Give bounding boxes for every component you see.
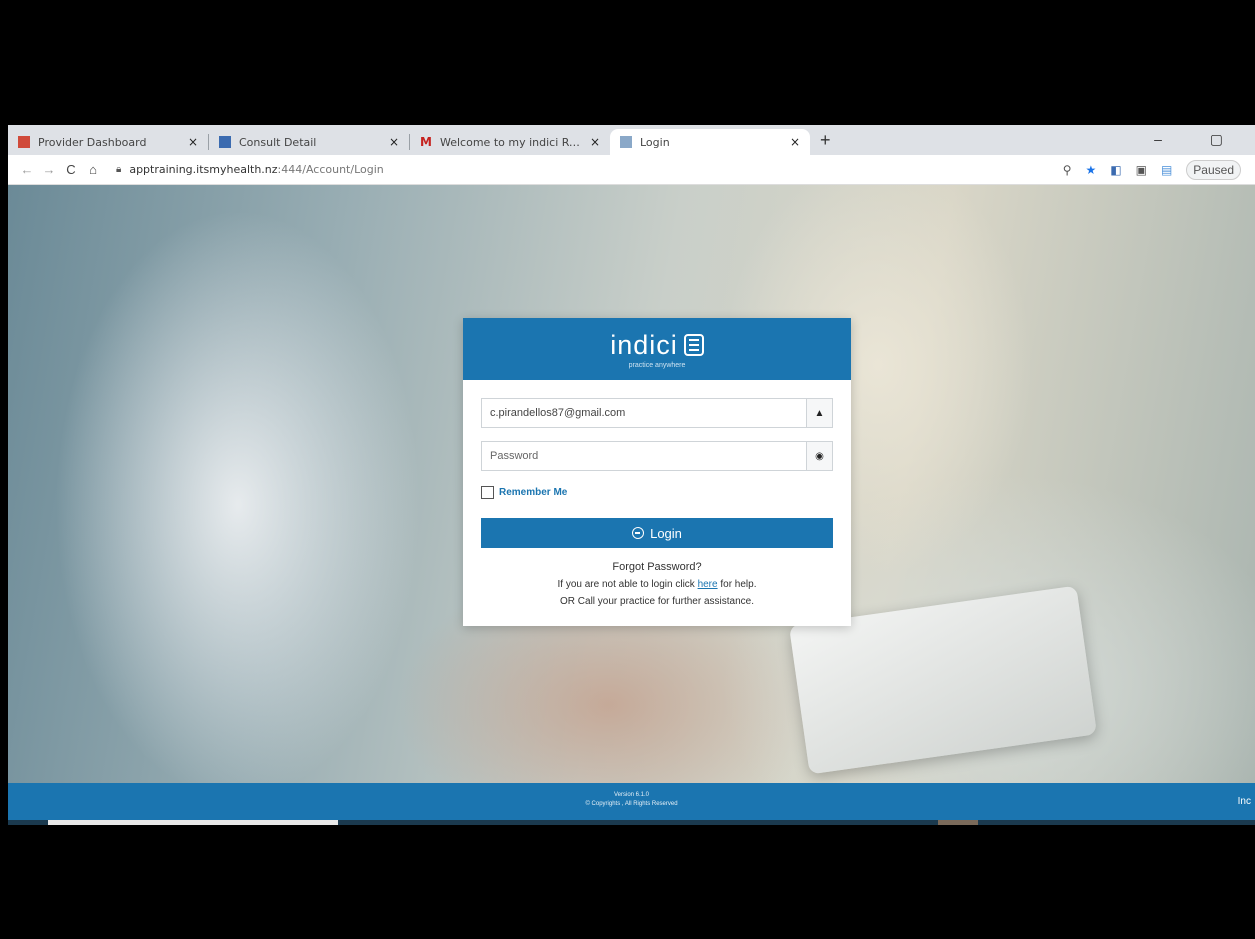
footer-brand: Inc: [1237, 796, 1251, 807]
forward-icon[interactable]: →: [38, 162, 60, 177]
login-icon: [632, 527, 645, 539]
brand-tagline: practice anywhere: [628, 361, 686, 369]
email-field: ▲: [481, 398, 833, 428]
close-icon[interactable]: ×: [590, 135, 600, 149]
video-progress-buffered: [938, 820, 978, 825]
extension-icon[interactable]: ▣: [1136, 163, 1147, 177]
browser-toolbar: ← → C ⌂ 🔒︎ apptraining.itsmyhealth.nz:44…: [8, 155, 1255, 185]
tab-welcome[interactable]: M Welcome to my indici Registrati ×: [410, 129, 610, 155]
video-frame: Provider Dashboard × Consult Detail × M …: [8, 125, 1255, 825]
url-host: apptraining.itsmyhealth.nz: [129, 163, 278, 176]
zoom-icon[interactable]: ⚲: [1063, 163, 1072, 177]
new-tab-button[interactable]: +: [820, 130, 831, 151]
help-prefix: If you are not able to login click: [557, 579, 698, 590]
consult-favicon-icon: [219, 136, 231, 148]
tab-consult-detail[interactable]: Consult Detail ×: [209, 129, 409, 155]
extension-icon[interactable]: ▤: [1161, 163, 1172, 177]
copyright-text: © Copyrights , All Rights Reserved: [585, 801, 678, 807]
version-text: Version 6.1.0: [613, 792, 650, 798]
eye-icon[interactable]: ◉: [806, 442, 832, 470]
login-card-header: indici practice anywhere: [463, 318, 851, 380]
profile-button[interactable]: Paused: [1186, 159, 1241, 180]
brand-name: indici: [610, 329, 678, 360]
remember-me-label: Remember Me: [499, 487, 568, 498]
remember-me[interactable]: Remember Me: [481, 486, 567, 499]
help-here-link[interactable]: here: [698, 579, 718, 590]
password-field: ◉: [481, 441, 833, 471]
tab-title: Provider Dashboard: [38, 135, 147, 149]
call-practice-text: OR Call your practice for further assist…: [560, 596, 754, 607]
extensions-area: ⚲ ★ ◧ ▣ ▤ Paused: [1063, 159, 1241, 180]
tab-login[interactable]: Login ×: [610, 129, 810, 155]
indici-logo: indici: [610, 330, 704, 361]
video-progress-bar[interactable]: [8, 820, 1255, 825]
logo-list-icon: [683, 334, 704, 356]
extension-icon[interactable]: ◧: [1110, 163, 1121, 177]
help-line: If you are not able to login click here …: [463, 576, 851, 593]
tab-title: Consult Detail: [239, 135, 317, 149]
dashboard-favicon-icon: [18, 136, 30, 148]
window-controls[interactable]: – ▢: [1154, 131, 1245, 148]
tab-title: Login: [640, 135, 670, 149]
password-input[interactable]: [482, 442, 806, 470]
help-section: Forgot Password? If you are not able to …: [463, 559, 851, 610]
close-icon[interactable]: ×: [389, 135, 399, 149]
bookmark-star-icon[interactable]: ★: [1086, 163, 1097, 177]
tab-provider-dashboard[interactable]: Provider Dashboard ×: [8, 129, 208, 155]
login-button[interactable]: Login: [481, 518, 833, 548]
close-icon[interactable]: ×: [790, 135, 800, 149]
reload-icon[interactable]: C: [60, 162, 82, 177]
page-footer: Version 6.1.0 © Copyrights , All Rights …: [8, 783, 1255, 820]
login-page-background: indici practice anywhere ▲ ◉ Remember Me…: [8, 185, 1255, 783]
help-suffix: for help.: [717, 579, 757, 590]
login-card: indici practice anywhere ▲ ◉ Remember Me…: [463, 318, 851, 626]
address-bar[interactable]: 🔒︎ apptraining.itsmyhealth.nz:444/Accoun…: [116, 163, 1063, 176]
remember-me-checkbox[interactable]: [481, 486, 494, 499]
video-progress-played: [48, 820, 338, 825]
footer-version: Version 6.1.0 © Copyrights , All Rights …: [8, 791, 1255, 809]
lock-icon: 🔒︎: [116, 164, 122, 175]
gmail-icon: M: [420, 135, 432, 149]
url-path: :444/Account/Login: [277, 163, 384, 176]
email-input[interactable]: [482, 399, 806, 427]
back-icon[interactable]: ←: [16, 162, 38, 177]
tab-strip: Provider Dashboard × Consult Detail × M …: [8, 125, 1255, 155]
close-icon[interactable]: ×: [188, 135, 198, 149]
login-button-label: Login: [650, 525, 682, 541]
forgot-password-link[interactable]: Forgot Password?: [463, 559, 851, 576]
user-icon: ▲: [806, 399, 832, 427]
page-favicon-icon: [620, 136, 632, 148]
home-icon[interactable]: ⌂: [82, 162, 104, 177]
tab-title: Welcome to my indici Registrati: [440, 135, 584, 149]
